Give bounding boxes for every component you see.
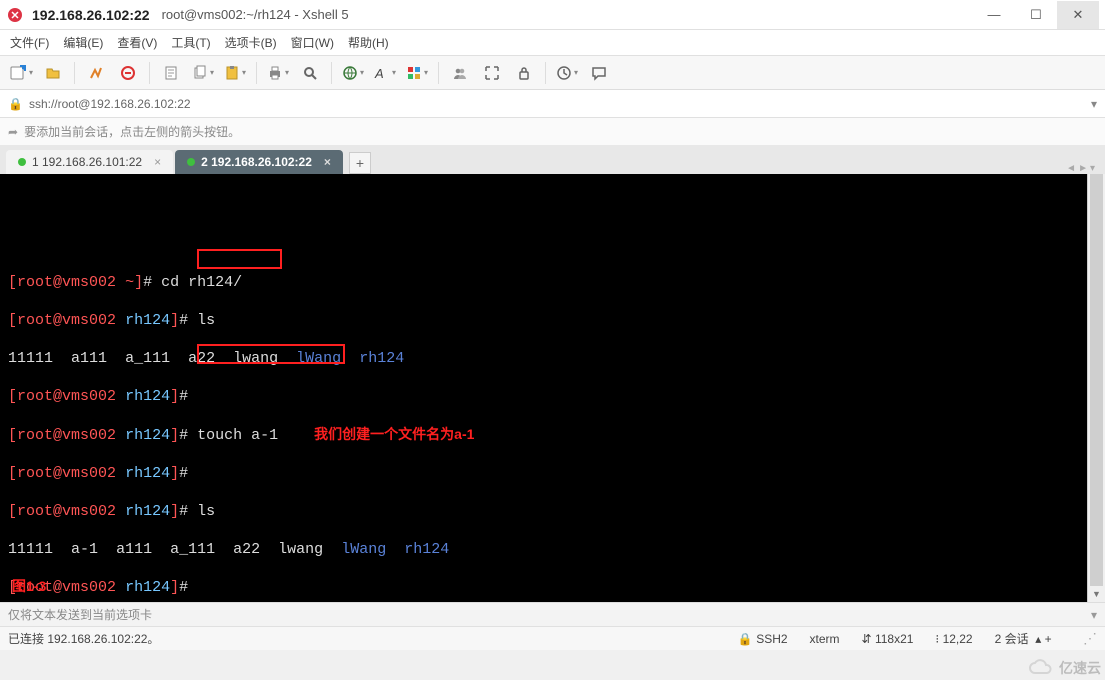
menu-edit[interactable]: 编辑(E) bbox=[63, 34, 103, 51]
print-icon[interactable] bbox=[265, 60, 291, 86]
toolbar-separator bbox=[545, 62, 546, 84]
address-dropdown-icon[interactable]: ▾ bbox=[1091, 97, 1097, 111]
scrollbar-thumb[interactable] bbox=[1090, 174, 1103, 602]
app-icon bbox=[6, 6, 24, 24]
arrow-hint-icon[interactable]: ➦ bbox=[8, 125, 18, 139]
menu-tools[interactable]: 工具(T) bbox=[171, 34, 210, 51]
tab-label: 1 192.168.26.101:22 bbox=[32, 155, 142, 169]
session-tab-1[interactable]: 1 192.168.26.101:22 × bbox=[6, 150, 173, 174]
font-icon[interactable]: A bbox=[372, 60, 398, 86]
palette-icon[interactable] bbox=[404, 60, 430, 86]
lock-icon[interactable] bbox=[511, 60, 537, 86]
window-title: root@vms002:~/rh124 - Xshell 5 bbox=[162, 7, 349, 22]
find-icon[interactable] bbox=[297, 60, 323, 86]
tab-scroll-left-icon[interactable]: ◄ bbox=[1066, 163, 1076, 174]
address-bar[interactable]: 🔒 ssh://root@192.168.26.102:22 ▾ bbox=[0, 90, 1105, 118]
status-connected: 已连接 192.168.26.102:22。 bbox=[8, 630, 159, 647]
new-session-icon[interactable] bbox=[8, 60, 34, 86]
title-host: 192.168.26.102:22 bbox=[32, 7, 150, 23]
status-size: ⇵ 118x21 bbox=[862, 632, 914, 646]
send-to-text: 仅将文本发送到当前选项卡 bbox=[8, 606, 152, 623]
hint-bar: ➦ 要添加当前会话，点击左侧的箭头按钮。 bbox=[0, 118, 1105, 146]
open-session-icon[interactable] bbox=[40, 60, 66, 86]
paste-icon[interactable] bbox=[222, 60, 248, 86]
lock-small-icon: 🔒 bbox=[8, 97, 23, 111]
users-icon[interactable] bbox=[447, 60, 473, 86]
ls-output-2: 11111 a-1 a111 a_111 a22 lwang lWang rh1… bbox=[8, 540, 1079, 559]
status-cursor-pos: ⁝ 12,22 bbox=[935, 632, 972, 646]
cmd-touch: touch a-1 bbox=[197, 427, 278, 444]
reconnect-icon[interactable] bbox=[83, 60, 109, 86]
browser-icon[interactable] bbox=[340, 60, 366, 86]
send-to-bar[interactable]: 仅将文本发送到当前选项卡 ▾ bbox=[0, 602, 1105, 626]
toolbar-separator bbox=[438, 62, 439, 84]
tab-close-icon[interactable]: × bbox=[324, 155, 331, 169]
toolbar: A bbox=[0, 56, 1105, 90]
tab-close-icon[interactable]: × bbox=[154, 155, 161, 169]
status-protocol: 🔒 SSH2 bbox=[738, 632, 788, 646]
tab-list-dropdown-icon[interactable]: ▾ bbox=[1090, 163, 1095, 174]
fullscreen-icon[interactable] bbox=[479, 60, 505, 86]
cmd-cd: cd rh124/ bbox=[161, 274, 242, 291]
hint-text: 要添加当前会话，点击左侧的箭头按钮。 bbox=[24, 123, 240, 140]
toolbar-separator bbox=[74, 62, 75, 84]
session-tab-2[interactable]: 2 192.168.26.102:22 × bbox=[175, 150, 343, 174]
send-to-dropdown-icon[interactable]: ▾ bbox=[1091, 608, 1097, 622]
menu-help[interactable]: 帮助(H) bbox=[348, 34, 389, 51]
address-text: ssh://root@192.168.26.102:22 bbox=[29, 97, 191, 111]
status-dot-icon bbox=[187, 158, 195, 166]
tab-strip: 1 192.168.26.101:22 × 2 192.168.26.102:2… bbox=[0, 146, 1105, 174]
highlight-box-touch bbox=[197, 249, 282, 269]
resize-grip-icon[interactable]: ⋰ bbox=[1083, 630, 1097, 647]
menu-file[interactable]: 文件(F) bbox=[10, 34, 49, 51]
history-icon[interactable] bbox=[554, 60, 580, 86]
terminal-output[interactable]: [root@vms002 ~]# cd rh124/ [root@vms002 … bbox=[0, 174, 1087, 602]
disconnect-icon[interactable] bbox=[115, 60, 141, 86]
copy-icon[interactable] bbox=[190, 60, 216, 86]
close-button[interactable]: ✕ bbox=[1057, 1, 1099, 29]
annotation-touch: 我们创建一个文件名为a-1 bbox=[314, 426, 474, 442]
chat-icon[interactable] bbox=[586, 60, 612, 86]
toolbar-separator bbox=[256, 62, 257, 84]
cmd-ls: ls bbox=[197, 312, 215, 329]
tab-scroll-right-icon[interactable]: ► bbox=[1078, 163, 1088, 174]
status-term: xterm bbox=[810, 632, 840, 646]
minimize-button[interactable]: — bbox=[973, 1, 1015, 29]
properties-icon[interactable] bbox=[158, 60, 184, 86]
toolbar-separator bbox=[331, 62, 332, 84]
new-tab-button[interactable]: + bbox=[349, 152, 371, 174]
terminal-scrollbar[interactable]: ▲ ▼ bbox=[1087, 174, 1105, 602]
status-sessions[interactable]: 2 会话 ▴ + bbox=[995, 630, 1055, 647]
menu-window[interactable]: 窗口(W) bbox=[291, 34, 334, 51]
status-dot-icon bbox=[18, 158, 26, 166]
maximize-button[interactable]: ☐ bbox=[1015, 1, 1057, 29]
menu-view[interactable]: 查看(V) bbox=[117, 34, 157, 51]
watermark-logo: 亿速云 bbox=[1027, 656, 1101, 680]
figure-label: 图1-3 bbox=[12, 577, 46, 596]
tab-label: 2 192.168.26.102:22 bbox=[201, 155, 312, 169]
terminal-pane: [root@vms002 ~]# cd rh124/ [root@vms002 … bbox=[0, 174, 1105, 602]
menu-bar: 文件(F) 编辑(E) 查看(V) 工具(T) 选项卡(B) 窗口(W) 帮助(… bbox=[0, 30, 1105, 56]
menu-tab[interactable]: 选项卡(B) bbox=[225, 34, 277, 51]
svg-text:A: A bbox=[374, 66, 384, 81]
status-bar: 已连接 192.168.26.102:22。 🔒 SSH2 xterm ⇵ 11… bbox=[0, 626, 1105, 650]
cmd-ls2: ls bbox=[197, 503, 215, 520]
ls-output-1: 11111 a111 a_111 a22 lwang lWang rh124 bbox=[8, 349, 1079, 368]
title-bar: 192.168.26.102:22 root@vms002:~/rh124 - … bbox=[0, 0, 1105, 30]
toolbar-separator bbox=[149, 62, 150, 84]
scroll-down-icon[interactable]: ▼ bbox=[1088, 586, 1105, 602]
